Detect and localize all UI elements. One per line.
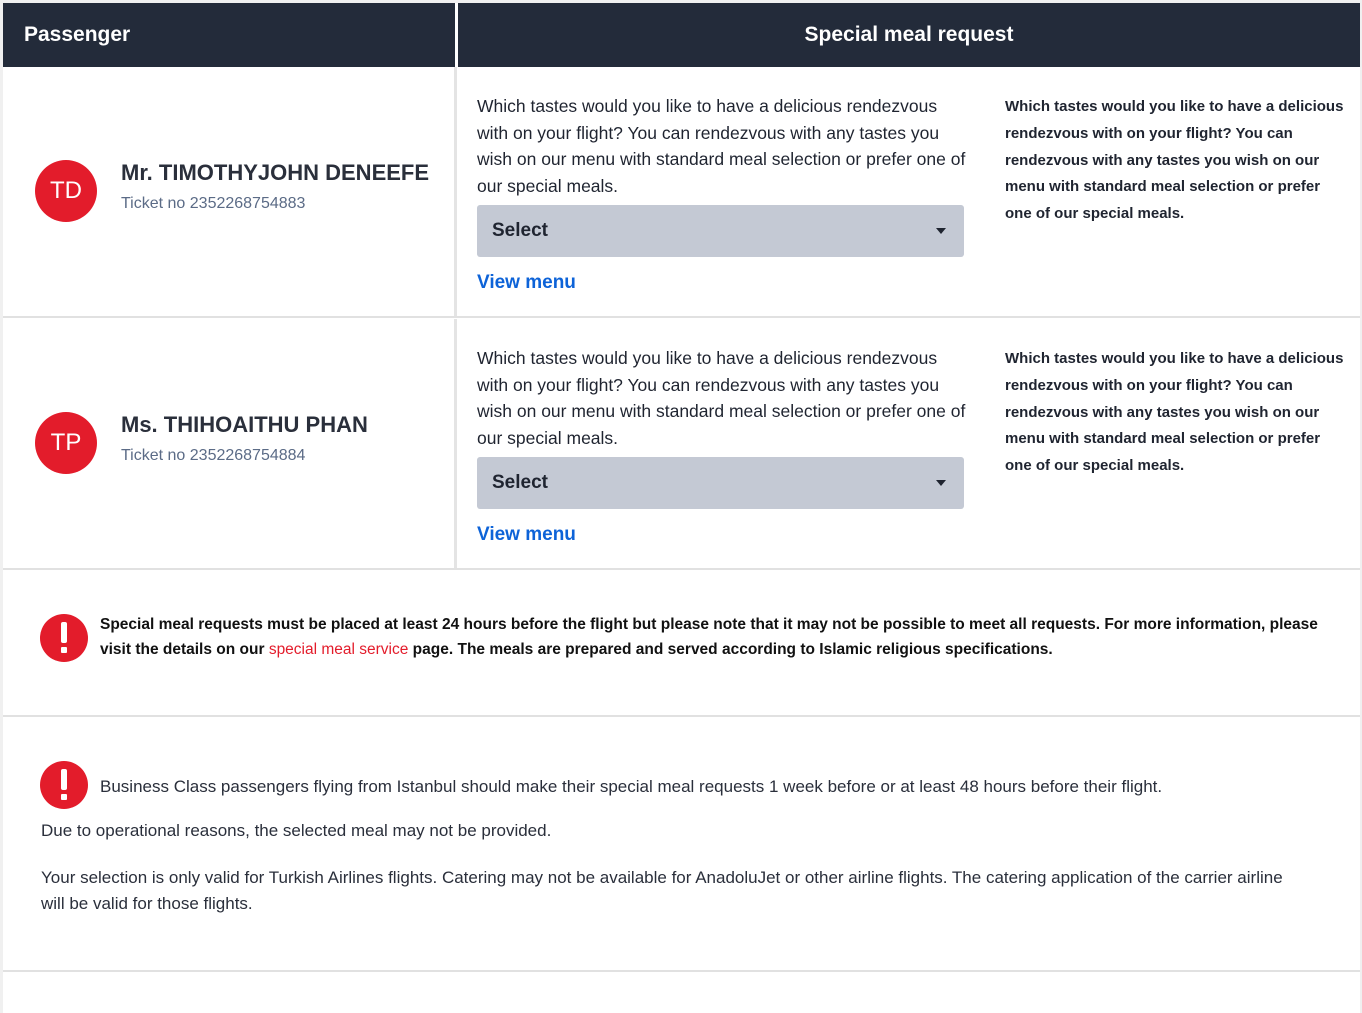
meal-select-value: Select [492,472,548,493]
caret-down-icon [936,480,946,486]
exclamation-circle-icon [40,614,88,662]
special-meal-service-link[interactable]: special meal service [269,641,409,658]
passenger-name: Mr. TIMOTHYJOHN DENEEFE [121,160,430,185]
view-menu-link[interactable]: View menu [477,524,576,546]
special-meal-notice: Special meal requests must be placed at … [3,572,1360,717]
passenger-row: TD Mr. TIMOTHYJOHN DENEEFE Ticket no 235… [3,67,1360,318]
avatar: TP [35,412,97,474]
validity-note: Your selection is only valid for Turkish… [41,868,1283,913]
column-divider [454,319,457,568]
avatar: TD [35,160,97,222]
passenger-column-header: Passenger [24,23,131,46]
business-class-note: Business Class passengers flying from Is… [100,777,1163,796]
operational-note: Due to operational reasons, the selected… [41,821,552,840]
meal-description: Which tastes would you like to have a de… [477,96,966,196]
business-class-notice: Business Class passengers flying from Is… [3,719,1360,972]
passenger-name: Ms. THIHOAITHU PHAN [121,412,368,437]
meal-select[interactable]: Select [477,205,964,257]
notice-text-after: page. The meals are prepared and served … [408,641,1053,658]
passenger-row: TP Ms. THIHOAITHU PHAN Ticket no 2352268… [3,319,1360,570]
meal-info-aside: Which tastes would you like to have a de… [1005,350,1344,475]
ticket-number: Ticket no 2352268754883 [121,195,306,212]
column-divider [454,67,457,316]
meal-column-header: Special meal request [804,23,1014,46]
meal-select[interactable]: Select [477,457,964,509]
view-menu-link[interactable]: View menu [477,272,576,294]
meal-info-aside: Which tastes would you like to have a de… [1005,98,1344,223]
special-meal-page: Passenger Special meal request TD Mr. TI… [3,3,1360,1013]
meal-description: Which tastes would you like to have a de… [477,348,966,448]
special-meal-notice-text: Special meal requests must be placed at … [100,612,1325,662]
table-header: Passenger Special meal request [3,3,1360,67]
ticket-number: Ticket no 2352268754884 [121,447,306,464]
exclamation-circle-icon [40,761,88,809]
caret-down-icon [936,228,946,234]
meal-select-value: Select [492,220,548,241]
